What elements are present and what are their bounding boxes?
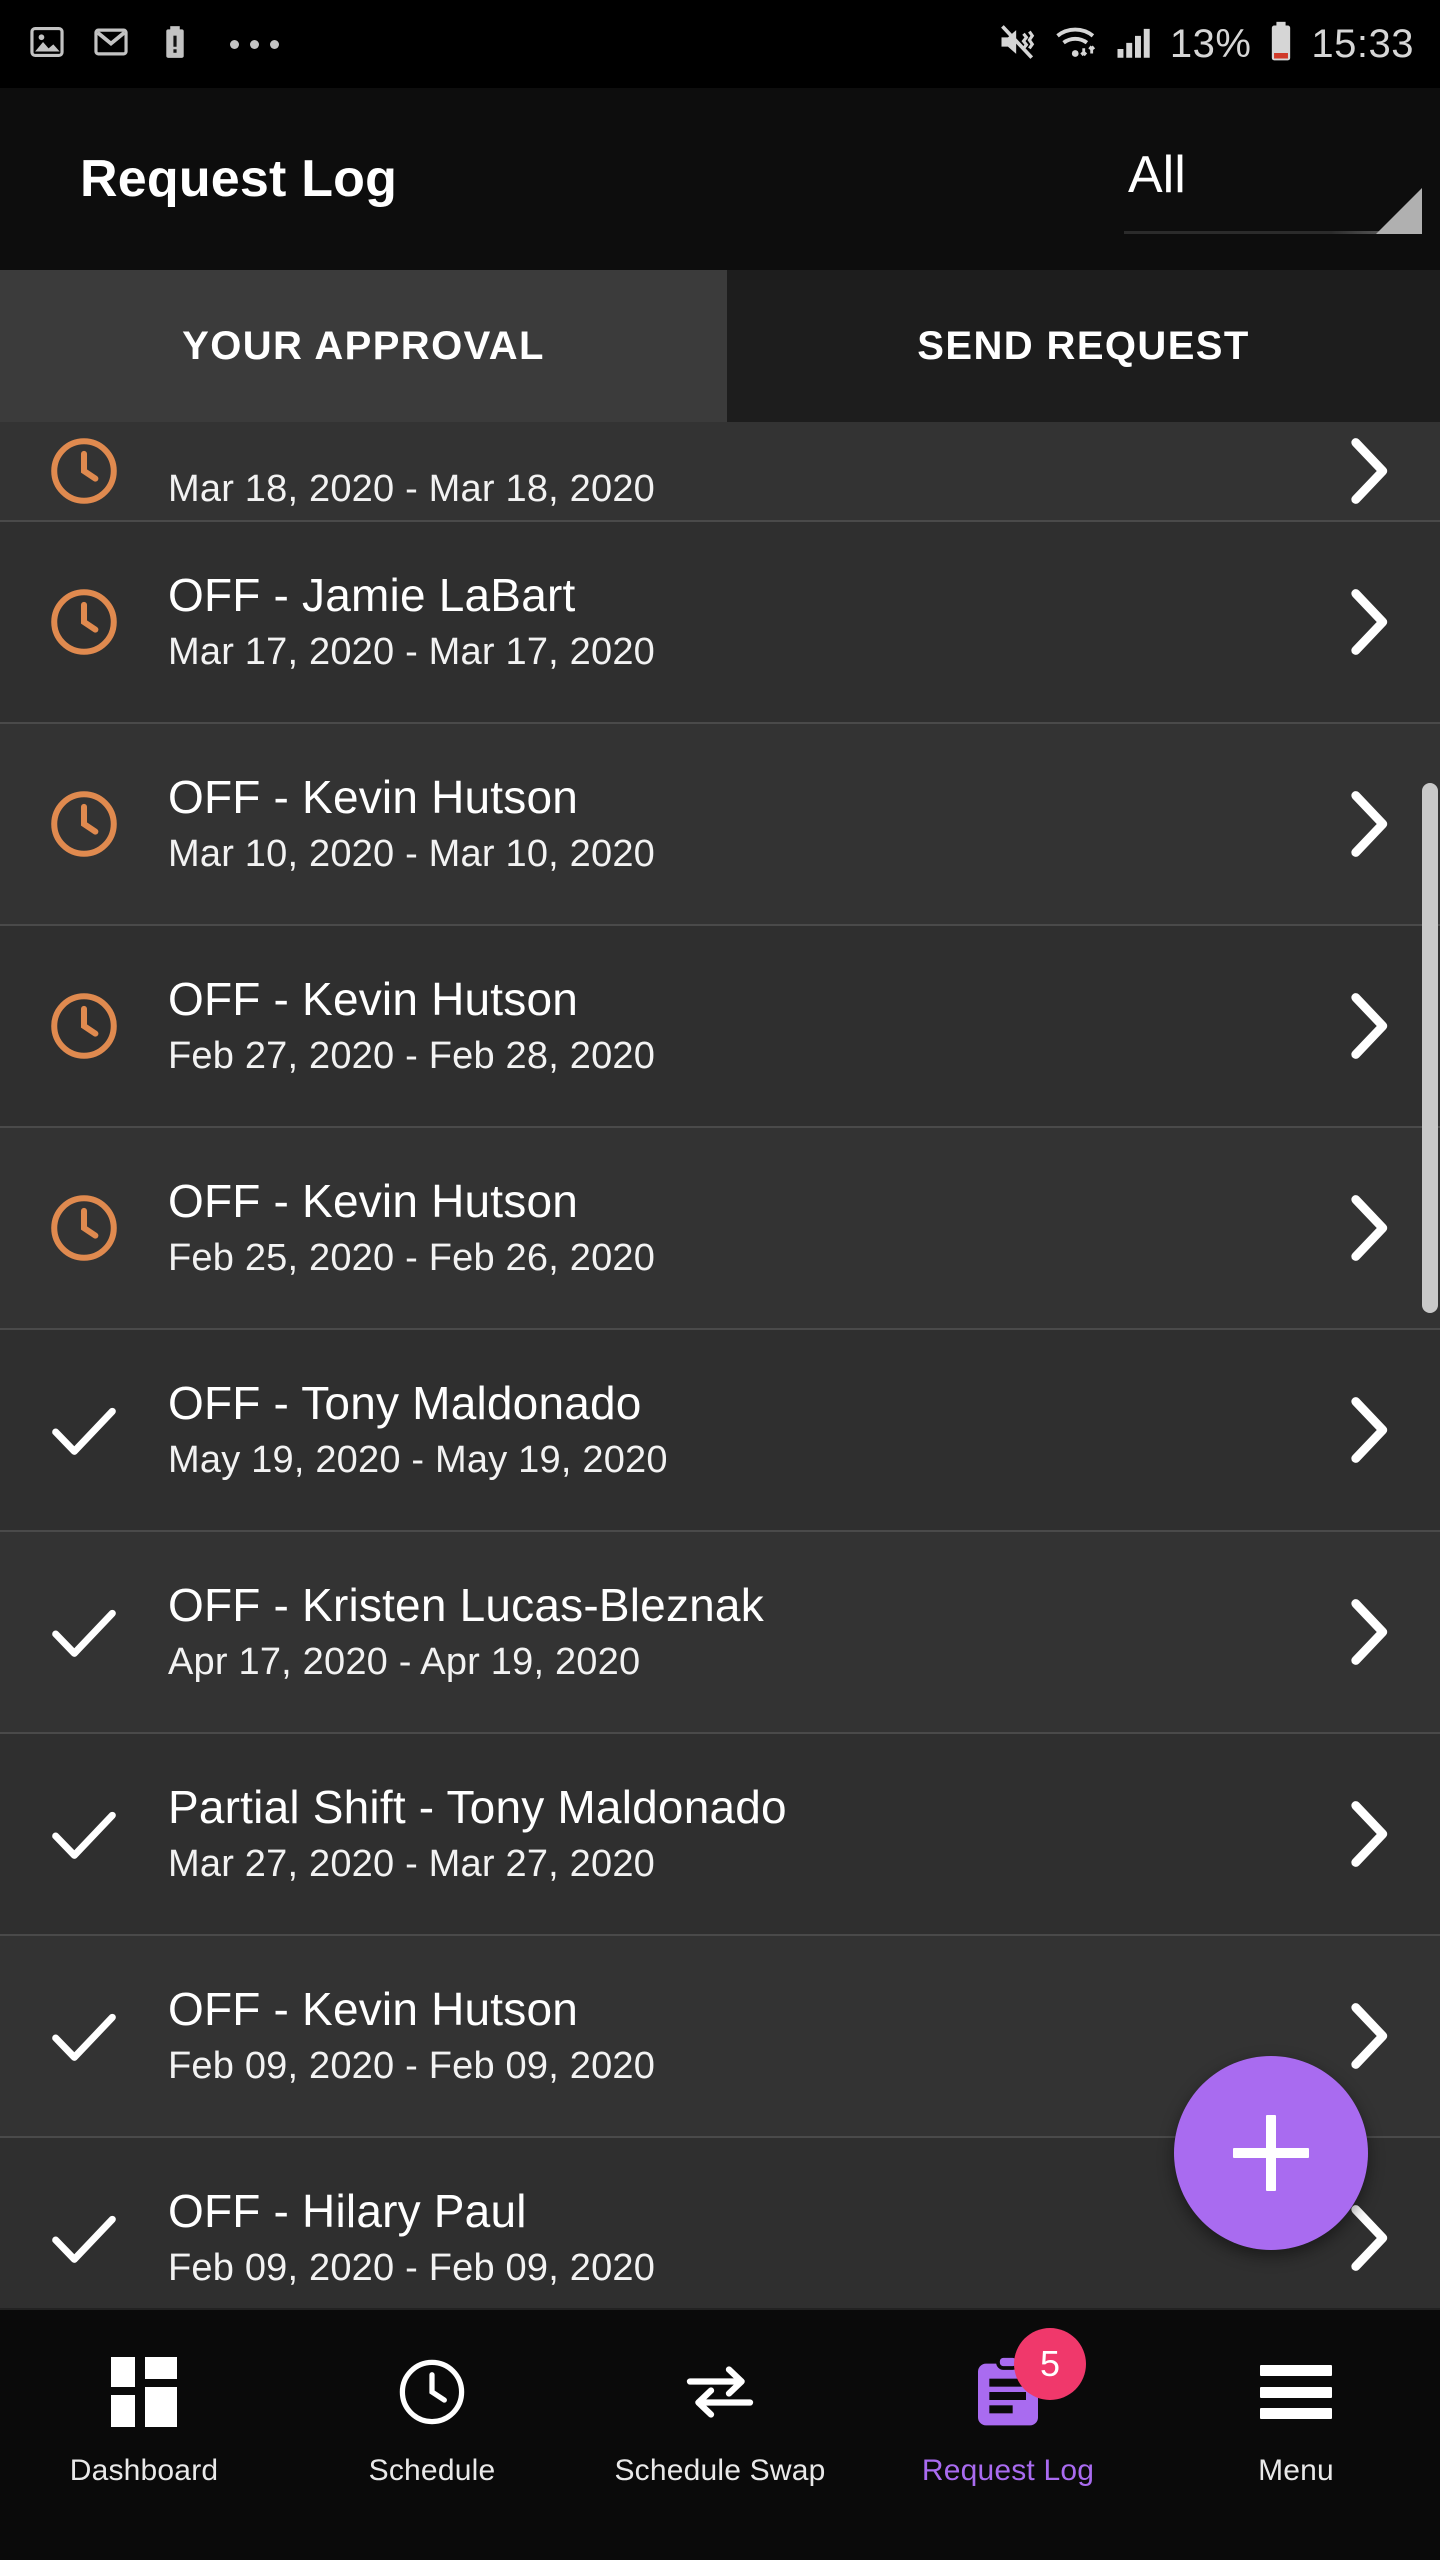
request-title: OFF - Kevin Hutson [168, 771, 579, 823]
request-dates: Apr 17, 2020 - Apr 19, 2020 [168, 1641, 641, 1683]
overflow-dots-icon [230, 39, 279, 49]
bottom-navigation: Dashboard Schedule Schedule Swap 5 Reque… [0, 2308, 1440, 2560]
tab-send-request[interactable]: SEND REQUEST [727, 270, 1440, 422]
request-row[interactable]: OFF - Kevin Hutson Feb 25, 2020 - Feb 26,… [0, 1128, 1440, 1330]
request-row-body: Partial Shift - Tony Maldonado Mar 27, 20… [168, 1777, 1300, 1891]
request-title: Partial Shift - Tony Maldonado [168, 1781, 787, 1833]
request-dates: Feb 25, 2020 - Feb 26, 2020 [168, 1237, 656, 1279]
nav-item-request-log[interactable]: 5 Request Log [864, 2328, 1152, 2488]
request-dates: Feb 27, 2020 - Feb 28, 2020 [168, 1035, 656, 1077]
request-dates: Mar 27, 2020 - Mar 27, 2020 [168, 1843, 656, 1885]
request-row-body: OFF - Kevin Hutson Feb 27, 2020 - Feb 28,… [168, 969, 1300, 1083]
request-title: OFF - Jamie LaBart [168, 569, 576, 621]
request-log-badge: 5 [1014, 2328, 1086, 2400]
signal-icon [1114, 21, 1156, 68]
request-list[interactable]: Mar 18, 2020 - Mar 18, 2020 OFF - Jamie L… [0, 422, 1440, 2308]
chevron-right-icon[interactable] [1300, 926, 1440, 1126]
nav-label-request-log: Request Log [921, 2454, 1095, 2487]
request-dates: Mar 10, 2020 - Mar 10, 2020 [168, 833, 656, 875]
chevron-right-icon[interactable] [1300, 1330, 1440, 1530]
request-row-body: OFF - Jamie LaBart Mar 17, 2020 - Mar 17,… [168, 565, 1300, 679]
list-scrollbar-thumb[interactable] [1422, 783, 1438, 1313]
approved-check-icon [0, 1734, 168, 1934]
request-row[interactable]: OFF - Jamie LaBart Mar 17, 2020 - Mar 17,… [0, 522, 1440, 724]
chevron-right-icon[interactable] [1300, 522, 1440, 722]
battery-alert-icon [156, 23, 194, 66]
hamburger-icon [1260, 2344, 1332, 2440]
battery-percent-label: 13% [1169, 21, 1252, 66]
request-row-body: OFF - Tony Maldonado May 19, 2020 - May 1… [168, 1373, 1300, 1487]
approved-check-icon [0, 2138, 168, 2308]
chevron-right-icon[interactable] [1300, 724, 1440, 924]
request-row[interactable]: OFF - Tony Maldonado May 19, 2020 - May 1… [0, 1330, 1440, 1532]
filter-spinner[interactable]: All [1098, 136, 1428, 248]
nav-label-menu: Menu [1258, 2454, 1334, 2487]
nav-item-menu[interactable]: Menu [1152, 2344, 1440, 2488]
request-log-icon: 5 [971, 2328, 1086, 2440]
clock-label: 15:33 [1311, 21, 1414, 66]
request-row[interactable]: OFF - Kevin Hutson Mar 10, 2020 - Mar 10,… [0, 724, 1440, 926]
dashboard-grid-icon [111, 2344, 177, 2440]
request-row-body: OFF - Kevin Hutson Feb 25, 2020 - Feb 26,… [168, 1171, 1300, 1285]
request-title: OFF - Kristen Lucas-Bleznak [168, 1579, 764, 1631]
status-bar: 13% 15:33 [0, 0, 1440, 88]
nav-item-schedule[interactable]: Schedule [288, 2344, 576, 2488]
request-dates: Mar 18, 2020 - Mar 18, 2020 [168, 468, 656, 510]
nav-item-dashboard[interactable]: Dashboard [0, 2344, 288, 2488]
request-title: OFF - Kevin Hutson [168, 1983, 579, 2035]
chevron-right-icon[interactable] [1300, 1128, 1440, 1328]
app-screen: 13% 15:33 Request Log All YOUR APPROVAL … [0, 0, 1440, 2560]
pending-clock-icon [0, 422, 168, 520]
tab-your-approval[interactable]: YOUR APPROVAL [0, 270, 727, 422]
pending-clock-icon [0, 522, 168, 722]
nav-label-dashboard: Dashboard [69, 2454, 219, 2487]
request-row-body: OFF - Hilary Paul Feb 09, 2020 - Feb 09, … [168, 2181, 1300, 2295]
status-bar-left-icons [28, 23, 279, 66]
approved-check-icon [0, 1532, 168, 1732]
clock-icon [395, 2344, 469, 2440]
battery-icon [1265, 20, 1297, 69]
approved-check-icon [0, 1936, 168, 2136]
request-row[interactable]: Mar 18, 2020 - Mar 18, 2020 [0, 422, 1440, 522]
wifi-icon [1054, 20, 1100, 69]
nav-label-schedule-swap: Schedule Swap [614, 2454, 826, 2487]
request-title: OFF - Hilary Paul [168, 2185, 527, 2237]
pending-clock-icon [0, 926, 168, 1126]
request-title: OFF - Kevin Hutson [168, 973, 579, 1025]
status-bar-right-icons: 13% 15:33 [996, 20, 1414, 69]
request-row[interactable]: Partial Shift - Tony Maldonado Mar 27, 20… [0, 1734, 1440, 1936]
request-dates: Feb 09, 2020 - Feb 09, 2020 [168, 2045, 656, 2087]
chevron-right-icon[interactable] [1300, 422, 1440, 520]
request-dates: May 19, 2020 - May 19, 2020 [168, 1439, 668, 1481]
request-row-body: OFF - Kristen Lucas-Bleznak Apr 17, 2020 … [168, 1575, 1300, 1689]
tab-bar: YOUR APPROVAL SEND REQUEST [0, 270, 1440, 422]
chevron-down-icon [1376, 188, 1422, 234]
pending-clock-icon [0, 1128, 168, 1328]
nav-label-schedule: Schedule [368, 2454, 496, 2487]
add-request-fab[interactable] [1174, 2056, 1368, 2250]
request-row-body: OFF - Kevin Hutson Feb 09, 2020 - Feb 09,… [168, 1979, 1300, 2093]
plus-icon-vertical [1266, 2115, 1276, 2191]
nav-item-schedule-swap[interactable]: Schedule Swap [576, 2344, 864, 2488]
pending-clock-icon [0, 724, 168, 924]
request-title [168, 454, 1300, 462]
request-row[interactable]: OFF - Kristen Lucas-Bleznak Apr 17, 2020 … [0, 1532, 1440, 1734]
request-row-body: Mar 18, 2020 - Mar 18, 2020 [168, 454, 1300, 520]
request-dates: Mar 17, 2020 - Mar 17, 2020 [168, 631, 656, 673]
request-row-body: OFF - Kevin Hutson Mar 10, 2020 - Mar 10,… [168, 767, 1300, 881]
approved-check-icon [0, 1330, 168, 1530]
page-title: Request Log [80, 150, 398, 208]
request-row[interactable]: OFF - Kevin Hutson Feb 27, 2020 - Feb 28,… [0, 926, 1440, 1128]
chevron-right-icon[interactable] [1300, 1532, 1440, 1732]
app-bar: Request Log All [0, 88, 1440, 270]
request-title: OFF - Kevin Hutson [168, 1175, 579, 1227]
mute-vibrate-icon [996, 20, 1040, 69]
chevron-right-icon[interactable] [1300, 1734, 1440, 1934]
request-dates: Feb 09, 2020 - Feb 09, 2020 [168, 2247, 656, 2289]
request-title: OFF - Tony Maldonado [168, 1377, 642, 1429]
image-icon [28, 23, 66, 66]
gmail-icon [92, 23, 130, 66]
swap-arrows-icon [681, 2344, 759, 2440]
